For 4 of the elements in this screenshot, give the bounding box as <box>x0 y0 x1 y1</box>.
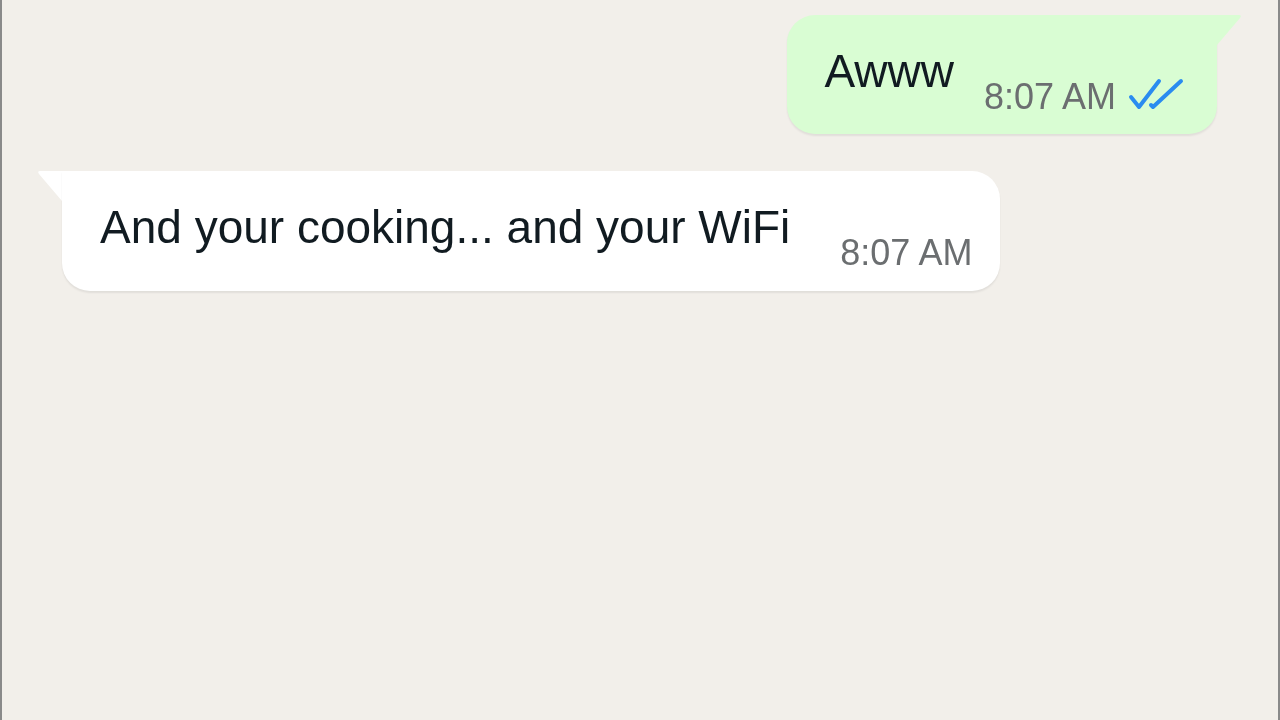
message-text: Awww <box>824 44 954 99</box>
message-time: 8:07 AM <box>840 233 973 273</box>
message-text: And your cooking... and your WiFi <box>100 200 791 255</box>
message-time: 8:07 AM <box>983 77 1116 117</box>
